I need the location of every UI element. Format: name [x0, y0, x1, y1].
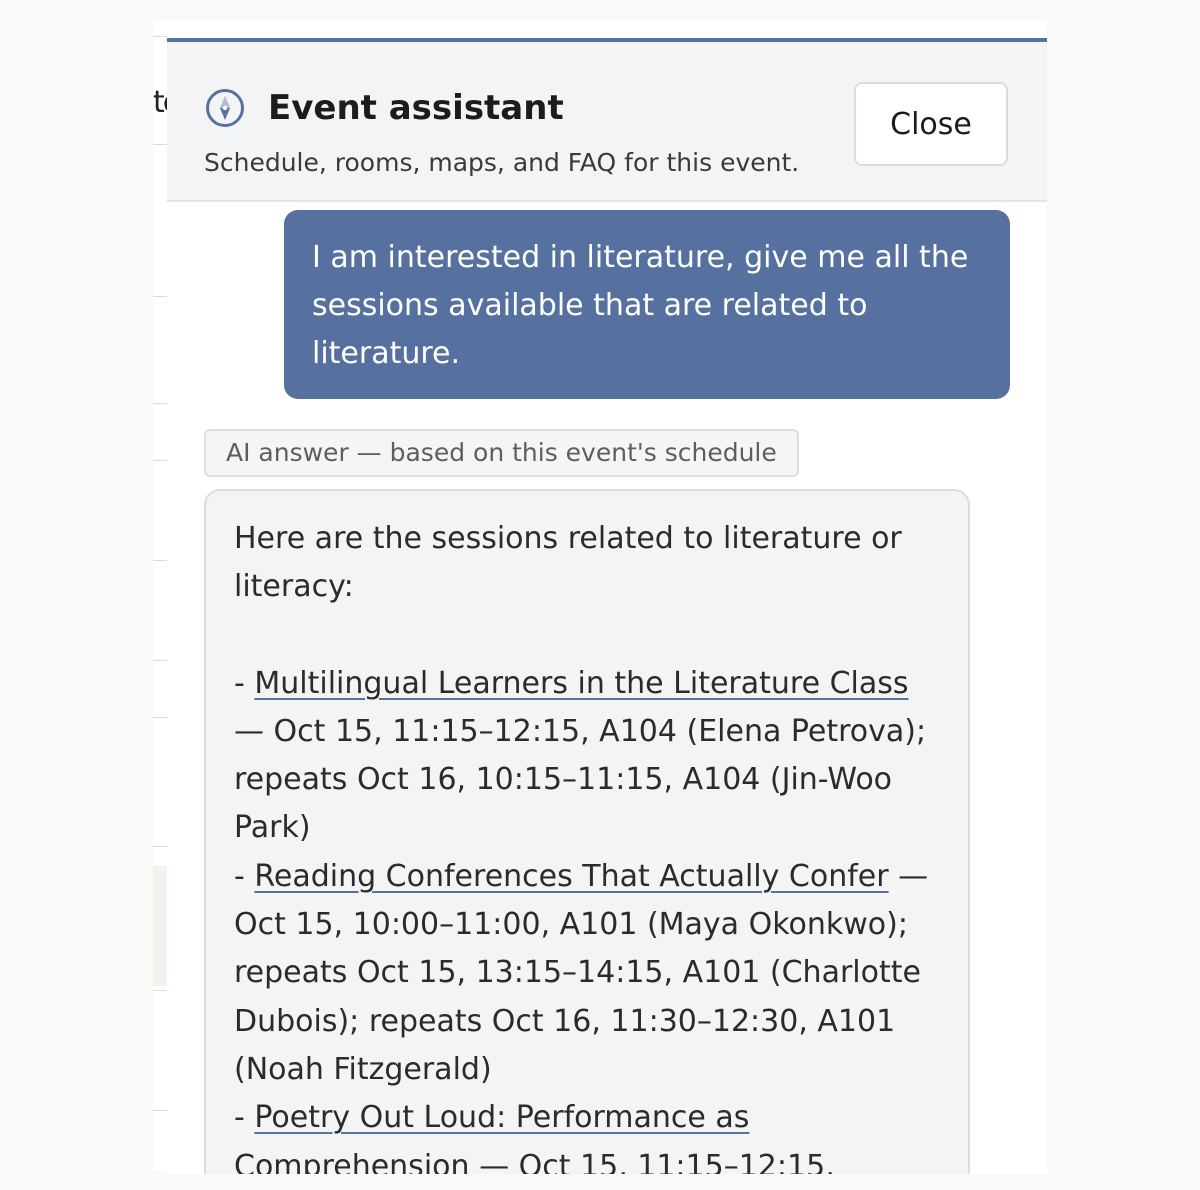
- event-assistant-panel: Event assistant Schedule, rooms, maps, a…: [167, 38, 1047, 1174]
- divider: [153, 717, 167, 718]
- session-link[interactable]: Multilingual Learners in the Literature …: [254, 666, 908, 701]
- session-item: - Reading Conferences That Actually Conf…: [234, 853, 940, 1094]
- bullet: -: [234, 1100, 255, 1136]
- session-details: — Oct 15, 11:15–12:15, A104 (Elena Petro…: [234, 713, 927, 846]
- background-page-edge: te: [153, 20, 181, 1170]
- user-message: I am interested in literature, give me a…: [284, 210, 1010, 399]
- divider: [153, 1110, 167, 1111]
- assistant-subtitle: Schedule, rooms, maps, and FAQ for this …: [204, 148, 800, 177]
- session-item: - Poetry Out Loud: Performance as Compre…: [234, 1094, 940, 1174]
- bullet: -: [234, 858, 255, 894]
- bullet: -: [234, 665, 255, 701]
- background-row: [153, 866, 167, 986]
- divider: [153, 144, 167, 145]
- close-button[interactable]: Close: [854, 82, 1008, 166]
- divider: [153, 660, 167, 661]
- divider: [153, 846, 167, 847]
- assistant-title: Event assistant: [268, 88, 564, 128]
- session-link[interactable]: Reading Conferences That Actually Confer: [254, 859, 888, 894]
- divider: [153, 560, 167, 561]
- divider: [153, 990, 167, 991]
- session-item: - Multilingual Learners in the Literatur…: [234, 660, 940, 853]
- ai-answer: Here are the sessions related to literat…: [204, 489, 970, 1174]
- divider: [153, 36, 167, 37]
- divider: [153, 403, 167, 404]
- divider: [153, 296, 167, 297]
- compass-icon: [205, 88, 245, 128]
- ai-answer-label: AI answer — based on this event's schedu…: [204, 429, 799, 477]
- assistant-header: Event assistant Schedule, rooms, maps, a…: [167, 42, 1047, 202]
- ai-answer-intro: Here are the sessions related to literat…: [234, 521, 902, 605]
- divider: [153, 460, 167, 461]
